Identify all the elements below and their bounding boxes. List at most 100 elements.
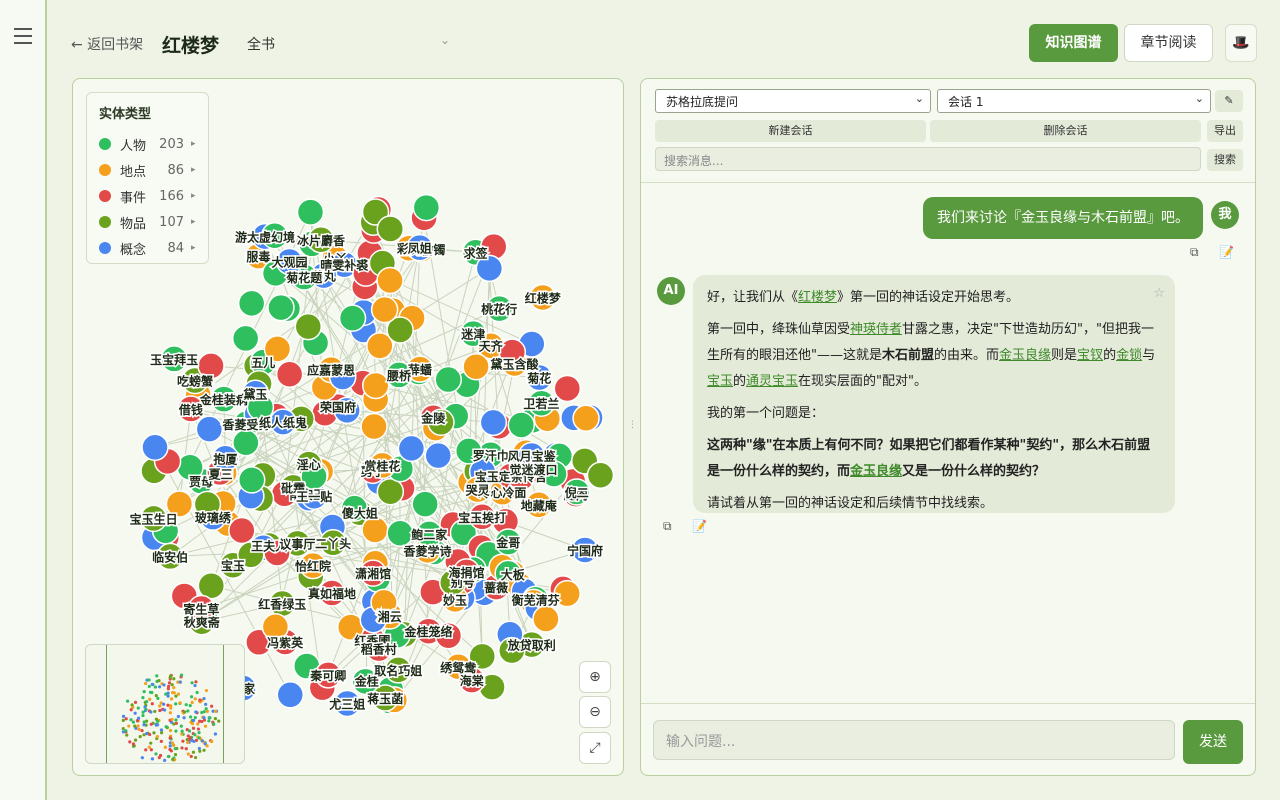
- chevron-right-icon: ▸: [191, 243, 196, 253]
- graph-node[interactable]: [434, 365, 462, 394]
- search-button[interactable]: 搜索: [1207, 149, 1243, 171]
- graph-node[interactable]: [397, 434, 426, 463]
- graph-node[interactable]: [294, 312, 323, 341]
- mode-select[interactable]: 苏格拉底提问 ⌄: [655, 89, 931, 113]
- graph-node-label: 临安伯: [152, 549, 188, 564]
- scope-select[interactable]: 全书 ⌄: [240, 31, 450, 55]
- knowledge-graph-button[interactable]: 知识图谱: [1029, 24, 1118, 62]
- export-button[interactable]: 导出: [1207, 120, 1243, 142]
- theme-hat-button[interactable]: 🎩: [1225, 24, 1257, 62]
- question-input[interactable]: 输入问题...: [653, 720, 1175, 760]
- graph-node[interactable]: [376, 477, 405, 506]
- entity-link[interactable]: 神瑛侍者: [850, 322, 902, 337]
- entity-link[interactable]: 通灵宝玉: [746, 374, 798, 389]
- graph-node-label: 菊花题: [285, 270, 323, 285]
- entity-link[interactable]: 宝钗: [1077, 348, 1103, 363]
- new-session-button[interactable]: 新建会话: [655, 120, 926, 142]
- user-avatar: 我: [1211, 201, 1239, 229]
- graph-node[interactable]: [361, 516, 389, 544]
- graph-node[interactable]: [507, 411, 536, 439]
- entity-link[interactable]: 金锁: [1116, 348, 1142, 363]
- session-select-value: 会话 1: [948, 95, 984, 109]
- chevron-down-icon: ⌄: [1194, 92, 1204, 105]
- graph-node[interactable]: [275, 360, 304, 389]
- ai-paragraph-5: 请试着从第一回的神话设定和后续情节中找线索。: [707, 496, 994, 511]
- graph-node-label: 吃螃蟹: [177, 374, 213, 389]
- graph-node[interactable]: [370, 295, 399, 324]
- graph-node[interactable]: [386, 519, 414, 548]
- entity-link[interactable]: 红楼梦: [798, 290, 837, 305]
- entity-link[interactable]: 金玉良缘: [850, 464, 902, 479]
- graph-node[interactable]: [462, 352, 490, 381]
- graph-node[interactable]: [479, 408, 508, 437]
- menu-icon[interactable]: [14, 28, 32, 44]
- legend-title: 实体类型: [99, 107, 152, 122]
- graph-node[interactable]: [361, 371, 390, 400]
- graph-node[interactable]: [276, 681, 305, 709]
- chapter-reading-button[interactable]: 章节阅读: [1124, 24, 1213, 62]
- graph-node-label: 鲍二家: [411, 527, 448, 542]
- knowledge-graph-panel[interactable]: 贾母 王夫人 金桂装病 金桂笼络 香菱受打 天齐 南安王 夏三 尤三姐 冷心冷面 宝玉定亲传言 砒霜服…: [72, 78, 624, 776]
- graph-node[interactable]: [586, 461, 615, 490]
- concept-color-dot: [99, 242, 111, 254]
- graph-node[interactable]: [195, 415, 224, 443]
- graph-node[interactable]: [412, 193, 441, 222]
- legend-item-concept[interactable]: 概念 84 ▸: [99, 235, 196, 261]
- graph-node[interactable]: [424, 441, 453, 470]
- back-to-shelf-link[interactable]: ← 返回书架: [71, 34, 143, 54]
- graph-node[interactable]: [376, 215, 405, 243]
- copy-icon[interactable]: ⧉: [1190, 245, 1199, 260]
- graph-node-label: 红楼梦: [525, 290, 562, 305]
- entity-legend: 实体类型 人物 203 ▸ 地点 86 ▸ 事件 166 ▸ 物品 107 ▸ …: [86, 92, 209, 264]
- minimap-viewport[interactable]: [106, 645, 224, 763]
- chevron-right-icon: ▸: [191, 191, 196, 201]
- graph-node-label: 应嘉蒙恩: [307, 363, 355, 378]
- graph-node[interactable]: [296, 198, 325, 226]
- legend-item-place[interactable]: 地点 86 ▸: [99, 157, 196, 183]
- resize-handle[interactable]: ⋮: [628, 420, 637, 432]
- entity-link[interactable]: 宝玉: [707, 374, 733, 389]
- graph-minimap[interactable]: [85, 644, 245, 764]
- graph-node[interactable]: [237, 289, 266, 318]
- graph-node[interactable]: [141, 433, 169, 462]
- top-bar: ← 返回书架 红楼梦 全书 ⌄ 知识图谱 章节阅读 🎩: [47, 0, 1280, 78]
- graph-node-label: 玻璃绣: [195, 510, 232, 525]
- graph-node[interactable]: [532, 605, 560, 633]
- ai-avatar: AI: [657, 277, 685, 305]
- graph-node[interactable]: [411, 490, 439, 518]
- message-search-input[interactable]: 搜索消息...: [655, 147, 1201, 171]
- graph-node-label: 海棠: [460, 673, 485, 688]
- graph-node[interactable]: [237, 466, 266, 494]
- graph-node-label: 倪二: [564, 485, 589, 500]
- graph-node[interactable]: [267, 293, 295, 322]
- zoom-out-button[interactable]: ⊖: [579, 696, 611, 728]
- graph-node[interactable]: [376, 266, 404, 295]
- graph-node[interactable]: [197, 571, 226, 600]
- graph-node-label: 黛玉含酸: [490, 356, 539, 371]
- graph-node-label: 觉迷渡口: [510, 462, 558, 477]
- fit-view-button[interactable]: ⤢: [579, 732, 611, 764]
- graph-node-label: 抱厦: [213, 451, 238, 466]
- copy-icon[interactable]: ⧉: [663, 519, 672, 534]
- graph-node[interactable]: [360, 412, 388, 441]
- legend-item-person[interactable]: 人物 203 ▸: [99, 131, 196, 157]
- graph-node-label: 桃花行: [481, 302, 517, 317]
- note-icon[interactable]: 📝: [1219, 245, 1234, 259]
- legend-label: 人物: [120, 138, 147, 154]
- star-icon[interactable]: ☆: [1153, 281, 1165, 307]
- graph-node[interactable]: [338, 304, 367, 332]
- rename-session-button[interactable]: ✎: [1215, 90, 1243, 112]
- graph-node[interactable]: [231, 324, 260, 353]
- legend-item-object[interactable]: 物品 107 ▸: [99, 209, 196, 235]
- zoom-in-button[interactable]: ⊕: [579, 661, 611, 693]
- send-button[interactable]: 发送: [1183, 720, 1243, 764]
- session-select[interactable]: 会话 1 ⌄: [937, 89, 1211, 113]
- graph-node-label: 玉宝拜玉: [150, 352, 198, 367]
- graph-node-label: 哭灵: [465, 483, 491, 498]
- scope-label: 全书: [247, 37, 275, 53]
- graph-node[interactable]: [572, 404, 600, 433]
- legend-item-event[interactable]: 事件 166 ▸: [99, 183, 196, 209]
- note-icon[interactable]: 📝: [692, 519, 707, 533]
- entity-link[interactable]: 金玉良缘: [999, 348, 1051, 363]
- delete-session-button[interactable]: 删除会话: [930, 120, 1201, 142]
